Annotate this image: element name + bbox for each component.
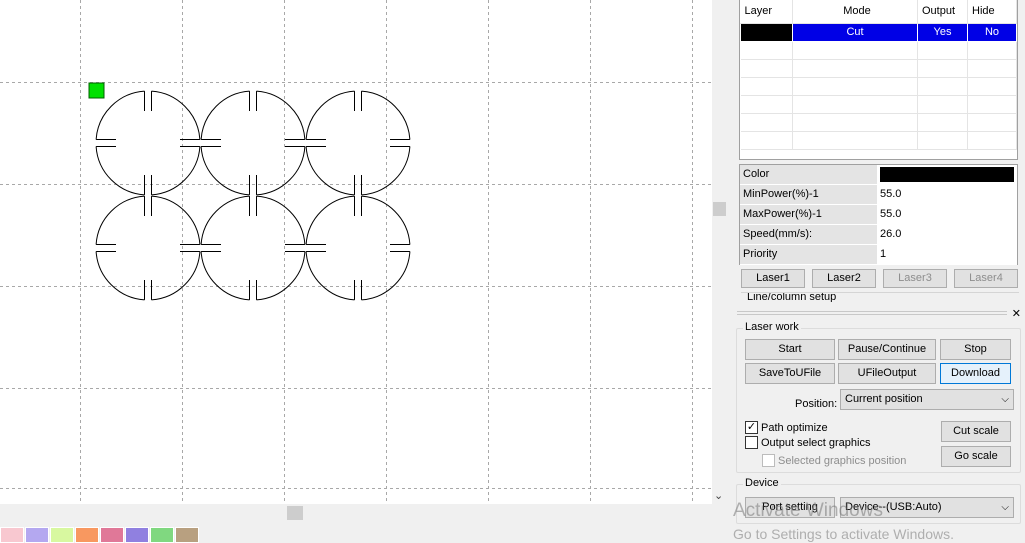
line-column-setup: Line/column setup <box>741 292 1019 302</box>
scroll-down-arrow-icon[interactable]: ⌄ <box>714 489 723 502</box>
layer-hide-cell[interactable]: No <box>967 22 1017 42</box>
prop-color-row: Color <box>740 165 1017 185</box>
laser-tabs: Laser1 Laser2 Laser3 Laser4 <box>741 269 1018 288</box>
palette-swatch[interactable] <box>0 527 24 543</box>
layer-mode-cell[interactable]: Cut <box>792 22 918 42</box>
drawing-canvas[interactable] <box>0 0 712 504</box>
chevron-down-icon: ⌵ <box>1001 502 1009 513</box>
device-title: Device <box>743 477 781 489</box>
output-select-box[interactable] <box>745 436 758 449</box>
slotted-circle-shape[interactable] <box>305 90 411 196</box>
tab-laser1[interactable]: Laser1 <box>741 269 805 288</box>
grip-lines <box>737 311 1007 315</box>
col-output: Output <box>917 0 968 24</box>
prop-priority-value[interactable]: 1 <box>877 245 1017 264</box>
layer-properties: Color MinPower(%)-1 55.0 MaxPower(%)-1 5… <box>739 164 1018 265</box>
line-column-label: Line/column setup <box>747 292 837 302</box>
empty-row <box>740 59 1017 78</box>
color-palette <box>0 527 200 543</box>
go-scale-button[interactable]: Go scale <box>941 446 1011 467</box>
prop-speed-row: Speed(mm/s): 26.0 <box>740 225 1017 245</box>
prop-priority-label: Priority <box>740 245 877 264</box>
download-button[interactable]: Download <box>940 363 1011 384</box>
stop-button[interactable]: Stop <box>940 339 1011 360</box>
chevron-down-icon: ⌵ <box>1001 394 1009 405</box>
selected-position-label: Selected graphics position <box>778 454 907 467</box>
layer-color-swatch[interactable] <box>740 22 793 42</box>
horizontal-scroll-thumb[interactable] <box>287 506 303 520</box>
layer-table: Layer Mode Output Hide Cut Yes No <box>739 0 1018 160</box>
output-select-label: Output select graphics <box>761 436 871 449</box>
empty-row <box>740 131 1017 150</box>
close-icon[interactable]: ✕ <box>1012 307 1021 320</box>
prop-color-value[interactable] <box>880 167 1014 182</box>
col-layer: Layer <box>740 0 793 24</box>
horizontal-scrollbar[interactable] <box>0 504 712 523</box>
position-select[interactable]: Current position ⌵ <box>840 389 1014 410</box>
ufile-output-button[interactable]: UFileOutput <box>838 363 936 384</box>
pause-continue-button[interactable]: Pause/Continue <box>838 339 936 360</box>
canvas-svg[interactable] <box>0 0 712 504</box>
prop-minpower-row: MinPower(%)-1 55.0 <box>740 185 1017 205</box>
palette-swatch[interactable] <box>125 527 149 543</box>
slotted-circle-shape[interactable] <box>200 195 306 301</box>
tab-laser3: Laser3 <box>883 269 947 288</box>
position-select-value: Current position <box>845 393 923 405</box>
empty-row <box>740 41 1017 60</box>
layer-row[interactable]: Cut Yes No <box>740 22 1017 42</box>
watermark-line2: Go to Settings to activate Windows. <box>733 526 954 542</box>
slotted-circle-shape[interactable] <box>305 195 411 301</box>
palette-swatch[interactable] <box>25 527 49 543</box>
output-select-checkbox[interactable]: Output select graphics <box>745 436 870 449</box>
prop-maxpower-row: MaxPower(%)-1 55.0 <box>740 205 1017 225</box>
prop-priority-row: Priority 1 <box>740 245 1017 265</box>
selected-position-checkbox: Selected graphics position <box>762 454 906 467</box>
layer-output-cell[interactable]: Yes <box>917 22 968 42</box>
prop-speed-label: Speed(mm/s): <box>740 225 877 244</box>
tab-laser2[interactable]: Laser2 <box>812 269 876 288</box>
position-label: Position: <box>795 398 838 410</box>
prop-color-label: Color <box>740 165 877 184</box>
col-mode: Mode <box>792 0 918 24</box>
panel-divider: ✕ <box>737 308 1025 320</box>
start-button[interactable]: Start <box>745 339 835 360</box>
empty-row <box>740 95 1017 114</box>
watermark-line1: Activate Windows <box>733 500 883 521</box>
vertical-scroll-thumb[interactable] <box>713 202 726 216</box>
path-optimize-label: Path optimize <box>761 421 828 434</box>
prop-minpower-value[interactable]: 55.0 <box>877 185 1017 204</box>
prop-minpower-label: MinPower(%)-1 <box>740 185 877 204</box>
slotted-circle-shape[interactable] <box>95 90 201 196</box>
prop-maxpower-value[interactable]: 55.0 <box>877 205 1017 224</box>
empty-row <box>740 77 1017 96</box>
save-to-ufile-button[interactable]: SaveToUFile <box>745 363 835 384</box>
vertical-scrollbar[interactable]: ⌄ <box>712 0 727 504</box>
path-optimize-checkbox[interactable]: ✓ Path optimize <box>745 421 828 434</box>
palette-swatch[interactable] <box>150 527 174 543</box>
palette-swatch[interactable] <box>175 527 199 543</box>
selected-position-box <box>762 454 775 467</box>
cut-scale-button[interactable]: Cut scale <box>941 421 1011 442</box>
origin-marker-icon <box>88 82 105 99</box>
palette-swatch[interactable] <box>50 527 74 543</box>
slotted-circle-shape[interactable] <box>200 90 306 196</box>
slotted-circle-shape[interactable] <box>95 195 201 301</box>
prop-speed-value[interactable]: 26.0 <box>877 225 1017 244</box>
checkmark-icon[interactable]: ✓ <box>745 421 758 434</box>
tab-laser4: Laser4 <box>954 269 1018 288</box>
empty-row <box>740 113 1017 132</box>
col-hide: Hide <box>967 0 1017 24</box>
laser-work-title: Laser work <box>743 321 801 333</box>
prop-maxpower-label: MaxPower(%)-1 <box>740 205 877 224</box>
palette-swatch[interactable] <box>75 527 99 543</box>
palette-swatch[interactable] <box>100 527 124 543</box>
activate-windows-watermark: Activate Windows Go to Settings to activ… <box>733 500 954 542</box>
